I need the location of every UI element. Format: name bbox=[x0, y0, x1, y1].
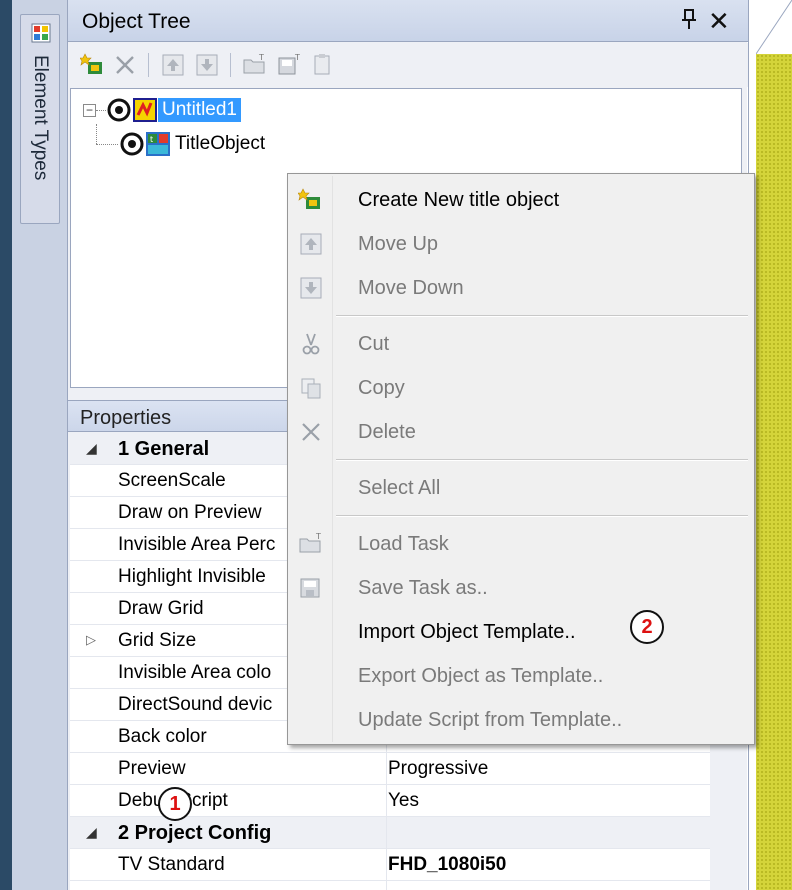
move-down-icon[interactable] bbox=[194, 52, 220, 78]
context-menu: Create New title object Move Up Move Down C… bbox=[287, 173, 755, 745]
menu-separator bbox=[336, 315, 748, 317]
save-task-icon bbox=[300, 578, 320, 598]
annotation-badge-1: 1 bbox=[158, 787, 192, 821]
menu-item-select-all[interactable]: Select All bbox=[288, 466, 754, 510]
menu-item-label: Select All bbox=[358, 477, 441, 499]
preview-canvas[interactable] bbox=[756, 54, 792, 890]
svg-text:t: t bbox=[150, 135, 153, 144]
property-name: Preview bbox=[118, 758, 186, 779]
menu-item-label: Load Task bbox=[358, 533, 449, 555]
menu-item-label: Export Object as Template.. bbox=[358, 665, 604, 687]
property-value[interactable]: Yes bbox=[388, 790, 419, 812]
pin-icon[interactable] bbox=[680, 8, 698, 36]
property-name: DirectSound devic bbox=[118, 694, 273, 715]
property-name: Grid Size bbox=[118, 630, 197, 651]
property-name: Back color bbox=[118, 726, 207, 747]
menu-item-label: Move Up bbox=[358, 233, 439, 255]
property-row[interactable]: TV Standard FHD_1080i50 bbox=[70, 849, 710, 881]
menu-item-label: Create New title object bbox=[358, 189, 560, 211]
menu-item-cut[interactable]: Cut bbox=[288, 322, 754, 366]
move-up-icon bbox=[300, 233, 322, 255]
menu-item-label: Cut bbox=[358, 333, 390, 355]
property-name: Highlight Invisible bbox=[118, 566, 266, 587]
tree-connector bbox=[96, 124, 97, 144]
property-category[interactable]: ◢ 2 Project Config bbox=[70, 817, 710, 849]
menu-item-move-down[interactable]: Move Down bbox=[288, 266, 754, 310]
svg-text:T: T bbox=[315, 532, 321, 541]
svg-text:T: T bbox=[294, 53, 300, 62]
delete-icon[interactable] bbox=[112, 52, 138, 78]
toolbar-separator bbox=[148, 53, 149, 77]
visibility-eye-icon[interactable] bbox=[106, 97, 132, 123]
collapse-arrow-icon[interactable]: ◢ bbox=[86, 824, 97, 841]
property-name: ScreenScale bbox=[118, 470, 226, 491]
menu-item-label: Copy bbox=[358, 377, 405, 399]
expand-arrow-icon[interactable]: ▷ bbox=[86, 632, 96, 648]
category-label: 1 General bbox=[118, 438, 210, 460]
paste-template-icon[interactable] bbox=[310, 52, 336, 78]
tree-node-label: TitleObject bbox=[175, 133, 266, 154]
collapse-arrow-icon[interactable]: ◢ bbox=[86, 440, 97, 457]
move-up-icon[interactable] bbox=[160, 52, 186, 78]
properties-title: Properties bbox=[80, 407, 172, 429]
property-name: Draw Grid bbox=[118, 598, 204, 619]
menu-item-label: Move Down bbox=[358, 277, 464, 299]
collapse-toggle[interactable]: − bbox=[83, 103, 96, 117]
property-name: Invisible Area colo bbox=[118, 662, 272, 683]
menu-item-delete[interactable]: Delete bbox=[288, 410, 754, 454]
menu-item-load-task[interactable]: T Load Task bbox=[288, 522, 754, 566]
property-value[interactable]: FHD_1080i50 bbox=[388, 854, 506, 876]
title-object-icon: t bbox=[146, 132, 170, 156]
tree-node-untitled1[interactable]: − Untitled1 bbox=[83, 95, 241, 125]
save-task-icon[interactable]: T bbox=[276, 52, 302, 78]
menu-item-create-new-title-object[interactable]: Create New title object bbox=[288, 178, 754, 222]
menu-item-import-object-template[interactable]: Import Object Template.. bbox=[288, 610, 754, 654]
menu-item-move-up[interactable]: Move Up bbox=[288, 222, 754, 266]
menu-separator bbox=[336, 515, 748, 517]
annotation-badge-2: 2 bbox=[630, 610, 664, 644]
menu-item-save-task-as[interactable]: Save Task as.. bbox=[288, 566, 754, 610]
load-task-icon[interactable]: T bbox=[242, 52, 268, 78]
property-value[interactable]: Progressive bbox=[388, 758, 488, 780]
cut-icon bbox=[302, 333, 320, 355]
category-label: 2 Project Config bbox=[118, 822, 272, 844]
menu-item-label: Delete bbox=[358, 421, 416, 443]
create-new-icon[interactable] bbox=[80, 52, 106, 78]
property-name: Draw on Preview bbox=[118, 502, 262, 523]
menu-item-label: Save Task as.. bbox=[358, 577, 488, 599]
toolbar-separator bbox=[230, 53, 231, 77]
visibility-eye-icon[interactable] bbox=[119, 131, 145, 157]
close-icon[interactable]: ✕ bbox=[708, 6, 730, 37]
tree-node-titleobject[interactable]: t TitleObject bbox=[119, 129, 269, 159]
move-down-icon bbox=[300, 277, 322, 299]
element-types-tab[interactable]: Element Types bbox=[20, 14, 60, 224]
copy-icon bbox=[301, 378, 321, 399]
property-name: Invisible Area Perc bbox=[118, 534, 276, 555]
load-task-icon: T bbox=[299, 532, 321, 553]
panel-title: Object Tree bbox=[82, 10, 191, 33]
tree-connector bbox=[96, 144, 118, 145]
tree-node-label: Untitled1 bbox=[158, 98, 241, 122]
property-name: TV Standard bbox=[118, 854, 225, 875]
window-edge bbox=[0, 0, 12, 890]
delete-icon bbox=[302, 423, 320, 441]
panel-title-bar: Object Tree ✕ bbox=[68, 0, 748, 42]
property-row[interactable]: Preview Progressive bbox=[70, 753, 710, 785]
menu-item-label: Update Script from Template.. bbox=[358, 709, 623, 731]
create-new-icon bbox=[298, 188, 320, 209]
menu-separator bbox=[336, 459, 748, 461]
menu-item-export-object-as-template[interactable]: Export Object as Template.. bbox=[288, 654, 754, 698]
tree-toolbar: T T bbox=[68, 43, 748, 87]
menu-item-copy[interactable]: Copy bbox=[288, 366, 754, 410]
preview-corner bbox=[756, 0, 792, 54]
menu-item-update-script-from-template[interactable]: Update Script from Template.. bbox=[288, 698, 754, 742]
svg-text:T: T bbox=[258, 53, 264, 62]
element-types-icon bbox=[31, 23, 51, 43]
element-types-label: Element Types bbox=[30, 55, 51, 181]
title-object-icon bbox=[133, 98, 157, 122]
menu-item-label: Import Object Template.. bbox=[358, 621, 576, 643]
